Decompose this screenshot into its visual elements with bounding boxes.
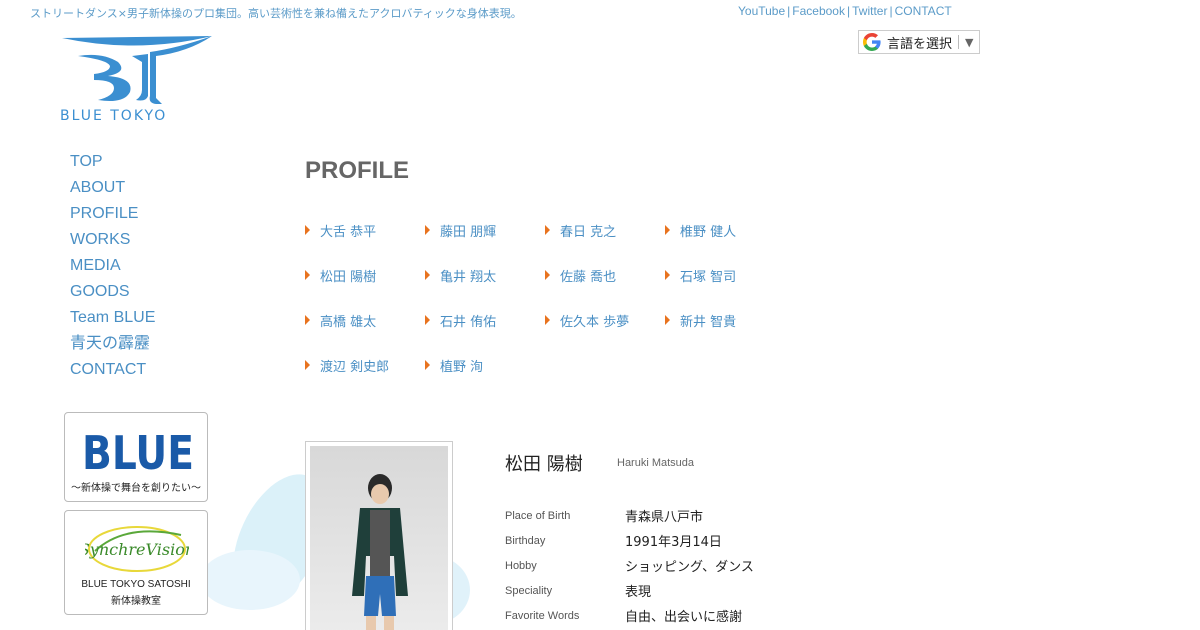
blue-banner-logo: BLUE [81, 431, 195, 473]
separator: | [846, 4, 851, 18]
profile-row: Place of Birth 青森県八戸市 [505, 509, 704, 526]
nav-item-goods[interactable]: GOODS [70, 281, 155, 307]
arrow-right-icon [305, 225, 310, 235]
arrow-right-icon [305, 315, 310, 325]
arrow-right-icon [425, 315, 430, 325]
nav-item-top[interactable]: TOP [70, 151, 155, 177]
member-link[interactable]: 亀井 翔太 [425, 267, 545, 285]
logo-text: BLUE TOKYO [60, 108, 168, 124]
arrow-right-icon [545, 225, 550, 235]
site-tagline: ストリートダンス×男子新体操のプロ集団。高い芸術性を兼ね備えたアクロバティックな… [30, 7, 522, 20]
nav-item-contact[interactable]: CONTACT [70, 359, 155, 385]
synchrevision-line2: 新体操教室 [111, 596, 161, 607]
top-links: YouTube | Facebook | Twitter | CONTACT [738, 4, 952, 18]
profile-row: Birthday 1991年3月14日 [505, 534, 722, 551]
member-link[interactable]: 植野 洵 [425, 357, 545, 375]
nav-item-team-blue[interactable]: Team BLUE [70, 307, 155, 333]
profile-row: Favorite Words 自由、出会いに感謝 [505, 609, 743, 626]
google-icon [863, 33, 881, 51]
nav-item-seiten[interactable]: 青天の霹靂 [70, 333, 155, 359]
contact-link[interactable]: CONTACT [895, 4, 952, 18]
divider [958, 35, 960, 49]
member-link[interactable]: 高橋 雄太 [305, 312, 425, 330]
arrow-right-icon [425, 225, 430, 235]
language-select[interactable]: 言語を選択 ▼ [858, 30, 980, 54]
profile-details: Place of Birth 青森県八戸市 Birthday 1991年3月14日 … [505, 503, 754, 628]
arrow-right-icon [545, 315, 550, 325]
arrow-right-icon [305, 270, 310, 280]
nav-item-profile[interactable]: PROFILE [70, 203, 155, 229]
member-link[interactable]: 藤田 朋輝 [425, 222, 545, 240]
person-figure [352, 474, 408, 630]
svg-text:SynchreVision: SynchreVision [85, 540, 189, 559]
separator: | [889, 4, 893, 18]
member-link[interactable]: 椎野 健人 [665, 222, 785, 240]
profile-row: Speciality 表現 [505, 584, 652, 601]
chevron-down-icon: ▼ [965, 35, 974, 49]
arrow-right-icon [425, 270, 430, 280]
arrow-right-icon [665, 315, 670, 325]
member-link[interactable]: 春日 克之 [545, 222, 665, 240]
profile-photo [305, 441, 453, 630]
member-link[interactable]: 佐久本 歩夢 [545, 312, 665, 330]
profile-name-english: Haruki Matsuda [617, 457, 695, 469]
language-select-label: 言語を選択 [887, 36, 953, 52]
synchrevision-logo: SynchreVision [85, 526, 189, 572]
arrow-right-icon [425, 360, 430, 370]
member-link[interactable]: 大舌 恭平 [305, 222, 425, 240]
member-link[interactable]: 佐藤 喬也 [545, 267, 665, 285]
blue-banner-subtitle: 〜新体操で舞台を創りたい〜 [71, 483, 201, 494]
synchrevision-banner[interactable]: SynchreVision BLUE TOKYO SATOSHI 新体操教室 [64, 510, 208, 615]
profile-photo-image [310, 446, 448, 630]
synchrevision-line1: BLUE TOKYO SATOSHI [81, 579, 191, 590]
twitter-link[interactable]: Twitter [852, 4, 887, 18]
page-title: PROFILE [305, 157, 410, 184]
nav-item-works[interactable]: WORKS [70, 229, 155, 255]
member-link[interactable]: 渡辺 剣史郎 [305, 357, 425, 375]
main-nav: TOP ABOUT PROFILE WORKS MEDIA GOODS Team… [70, 151, 155, 385]
arrow-right-icon [665, 270, 670, 280]
member-link[interactable]: 松田 陽樹 [305, 267, 425, 285]
facebook-link[interactable]: Facebook [792, 4, 845, 18]
arrow-right-icon [545, 270, 550, 280]
arrow-right-icon [665, 225, 670, 235]
svg-text:BLUE: BLUE [82, 431, 194, 473]
member-link[interactable]: 石塚 智司 [665, 267, 785, 285]
member-list: 大舌 恭平 藤田 朋輝 春日 克之 椎野 健人 松田 陽樹 亀井 翔太 佐藤 喬… [305, 222, 785, 375]
nav-item-media[interactable]: MEDIA [70, 255, 155, 281]
member-link[interactable]: 新井 智貴 [665, 312, 785, 330]
youtube-link[interactable]: YouTube [738, 4, 785, 18]
profile-name-japanese: 松田 陽樹 [505, 454, 583, 475]
profile-row: Hobby ショッピング、ダンス [505, 559, 754, 576]
blue-banner[interactable]: BLUE 〜新体操で舞台を創りたい〜 [64, 412, 208, 502]
arrow-right-icon [305, 360, 310, 370]
separator: | [787, 4, 791, 18]
member-link[interactable]: 石井 侑佑 [425, 312, 545, 330]
nav-item-about[interactable]: ABOUT [70, 177, 155, 203]
